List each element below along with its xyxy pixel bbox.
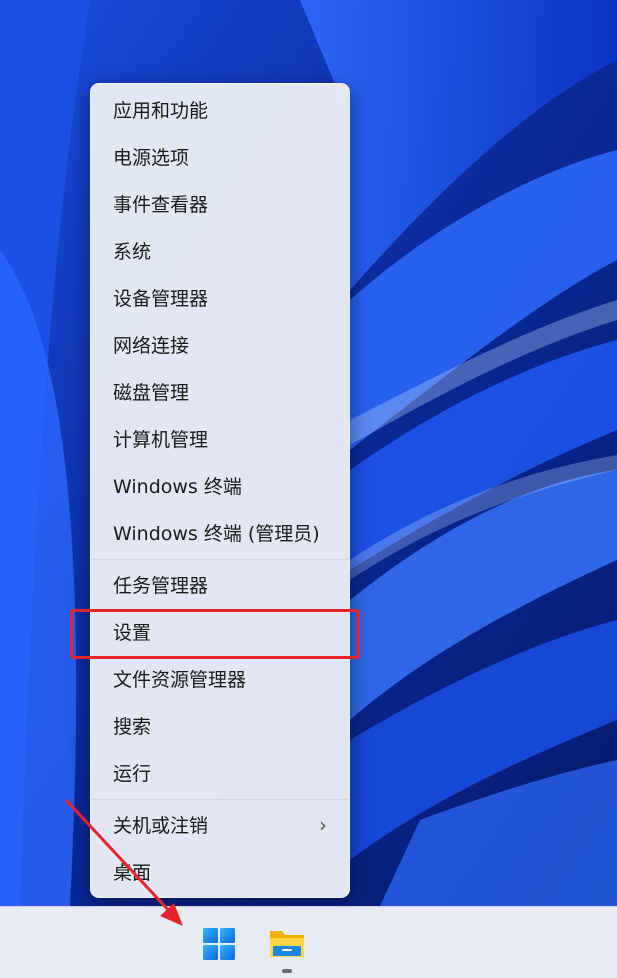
menu-item-apps-and-features[interactable]: 应用和功能 [91, 91, 349, 131]
menu-item-run[interactable]: 运行 [91, 754, 349, 794]
chevron-right-icon: › [319, 813, 327, 837]
menu-item-disk-management[interactable]: 磁盘管理 [91, 373, 349, 413]
menu-item-device-manager[interactable]: 设备管理器 [91, 279, 349, 319]
windows-start-icon[interactable] [196, 921, 242, 967]
menu-item-search[interactable]: 搜索 [91, 707, 349, 747]
file-explorer-icon[interactable] [264, 921, 310, 967]
settings-highlight-box [70, 609, 360, 659]
desktop-screen: 应用和功能 电源选项 事件查看器 系统 设备管理器 网络连接 磁盘管理 计算机管… [0, 0, 617, 978]
menu-item-shutdown-or-sign-out[interactable]: 关机或注销 › [91, 806, 349, 846]
menu-item-network-connections[interactable]: 网络连接 [91, 326, 349, 366]
taskbar [0, 906, 617, 978]
menu-item-system[interactable]: 系统 [91, 232, 349, 272]
running-indicator [282, 969, 292, 973]
menu-item-event-viewer[interactable]: 事件查看器 [91, 185, 349, 225]
menu-item-power-options[interactable]: 电源选项 [91, 138, 349, 178]
menu-item-desktop[interactable]: 桌面 [91, 853, 349, 893]
winx-context-menu: 应用和功能 电源选项 事件查看器 系统 设备管理器 网络连接 磁盘管理 计算机管… [90, 83, 350, 898]
menu-item-file-explorer[interactable]: 文件资源管理器 [91, 660, 349, 700]
menu-divider [91, 799, 349, 800]
menu-item-computer-management[interactable]: 计算机管理 [91, 420, 349, 460]
menu-item-windows-terminal-admin[interactable]: Windows 终端 (管理员) [91, 514, 349, 554]
menu-item-task-manager[interactable]: 任务管理器 [91, 566, 349, 606]
menu-divider [91, 559, 349, 560]
menu-item-windows-terminal[interactable]: Windows 终端 [91, 467, 349, 507]
